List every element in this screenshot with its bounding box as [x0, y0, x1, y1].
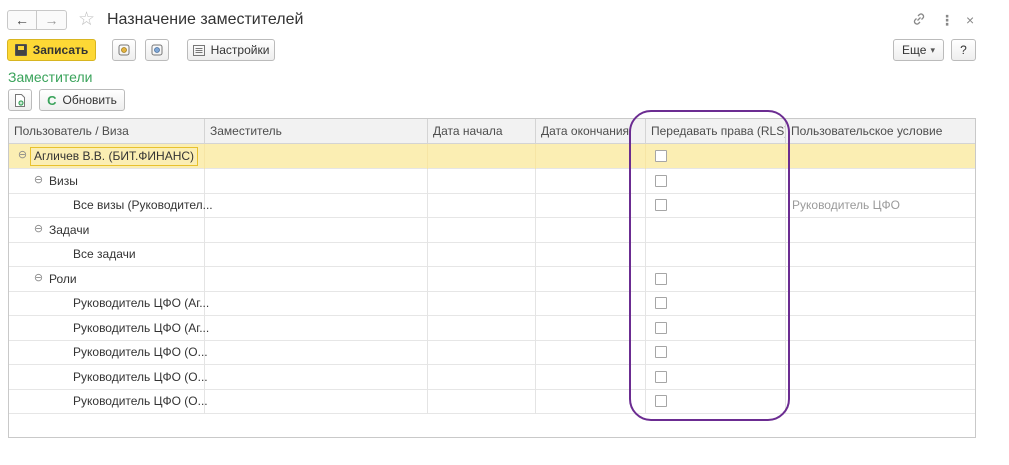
column-header-pass-rights[interactable]: Передавать права (RLS)	[646, 119, 786, 144]
column-header-user[interactable]: Пользователь / Виза	[9, 119, 205, 144]
refresh-icon: C	[47, 92, 57, 108]
row-label: Руководитель ЦФО (Аг...	[73, 296, 210, 310]
document-add-icon	[15, 93, 25, 107]
row-label: Все визы (Руководител...	[73, 198, 213, 212]
toolbar: Записать Настройки Еще ▾ ?	[0, 39, 1009, 63]
user-condition-value[interactable]: Руководитель ЦФО	[792, 193, 900, 217]
column-header-substitute[interactable]: Заместитель	[205, 119, 428, 144]
save-button[interactable]: Записать	[7, 39, 96, 61]
pass-rights-checkbox[interactable]	[655, 370, 667, 383]
more-button[interactable]: Еще ▾	[893, 39, 944, 61]
settings-button[interactable]: Настройки	[187, 39, 275, 61]
table-row[interactable]: Руководитель ЦФО (Аг...	[9, 315, 975, 341]
help-button-label: ?	[960, 43, 967, 57]
table-row[interactable]: ⊖ Визы	[9, 168, 975, 194]
row-label: Задачи	[49, 222, 90, 237]
table-header: Пользователь / Виза Заместитель Дата нач…	[9, 119, 975, 144]
report-button[interactable]	[145, 39, 169, 61]
pass-rights-checkbox[interactable]	[655, 346, 667, 358]
link-icon[interactable]	[912, 12, 926, 29]
table-row[interactable]: ⊖ Агличев В.В. (БИТ.ФИНАНС)	[9, 144, 975, 169]
arrow-right-icon: →	[44, 12, 59, 28]
favorite-star-icon[interactable]: ☆	[78, 8, 95, 31]
column-header-user-condition[interactable]: Пользовательское условие	[786, 119, 975, 144]
collapse-icon[interactable]: ⊖	[33, 223, 44, 235]
back-button[interactable]: ←	[7, 10, 37, 30]
table-row[interactable]: Руководитель ЦФО (О...	[9, 364, 975, 390]
collapse-icon[interactable]: ⊖	[33, 174, 44, 186]
refresh-button-label: Обновить	[62, 93, 117, 107]
forward-button[interactable]: →	[37, 10, 67, 30]
paperclip-gear-icon	[118, 44, 130, 56]
report-gear-icon	[151, 44, 163, 56]
floppy-icon	[14, 44, 27, 56]
pass-rights-checkbox[interactable]	[655, 297, 667, 309]
settings-list-icon	[192, 44, 205, 56]
close-icon[interactable]: ×	[966, 12, 974, 28]
more-menu-icon[interactable]: ⋮	[940, 12, 954, 29]
pass-rights-checkbox[interactable]	[655, 199, 667, 211]
collapse-icon[interactable]: ⊖	[17, 150, 28, 161]
pass-rights-checkbox[interactable]	[655, 395, 667, 407]
table-row[interactable]: Все визы (Руководител... Руководитель ЦФО	[9, 193, 975, 218]
table-row[interactable]: Руководитель ЦФО (О...	[9, 389, 975, 414]
help-button[interactable]: ?	[951, 39, 976, 61]
pass-rights-checkbox[interactable]	[655, 321, 667, 334]
pass-rights-checkbox[interactable]	[655, 150, 667, 162]
row-label: Руководитель ЦФО (О...	[73, 369, 208, 384]
pass-rights-checkbox[interactable]	[655, 272, 667, 285]
table-row[interactable]: ⊖ Задачи	[9, 217, 975, 243]
row-label: Руководитель ЦФО (О...	[73, 394, 208, 408]
title-bar: ← → ☆ Назначение заместителей ⋮ ×	[0, 0, 1009, 38]
row-label: Руководитель ЦФО (Аг...	[73, 320, 210, 335]
table-row[interactable]: Все задачи	[9, 242, 975, 267]
chevron-down-icon: ▾	[930, 44, 935, 55]
row-label: Визы	[49, 173, 78, 188]
more-button-label: Еще	[902, 43, 927, 57]
column-divider	[9, 168, 786, 194]
section-title: Заместители	[8, 69, 93, 85]
substitutes-table: Пользователь / Виза Заместитель Дата нач…	[8, 118, 976, 438]
table-row[interactable]: Руководитель ЦФО (Аг...	[9, 291, 975, 316]
column-divider	[9, 217, 786, 243]
pass-rights-checkbox[interactable]	[655, 174, 667, 187]
refresh-button[interactable]: C Обновить	[39, 89, 125, 111]
row-label: Руководитель ЦФО (О...	[73, 345, 208, 359]
column-header-start-date[interactable]: Дата начала	[428, 119, 536, 144]
row-label: Все задачи	[73, 247, 136, 261]
row-label: Агличев В.В. (БИТ.ФИНАНС)	[30, 147, 199, 166]
column-divider	[9, 266, 786, 292]
arrow-left-icon: ←	[15, 12, 29, 28]
table-row[interactable]: ⊖ Роли	[9, 266, 975, 292]
settings-button-label: Настройки	[210, 43, 270, 57]
attach-file-button[interactable]	[112, 39, 136, 61]
collapse-icon[interactable]: ⊖	[33, 272, 44, 284]
column-header-end-date[interactable]: Дата окончания	[536, 119, 646, 144]
table-row[interactable]: Руководитель ЦФО (О...	[9, 340, 975, 365]
page-title: Назначение заместителей	[107, 11, 304, 28]
nav-group: ← →	[7, 10, 67, 30]
add-document-button[interactable]	[8, 89, 32, 111]
row-label: Роли	[49, 271, 77, 286]
save-button-label: Записать	[32, 43, 89, 57]
